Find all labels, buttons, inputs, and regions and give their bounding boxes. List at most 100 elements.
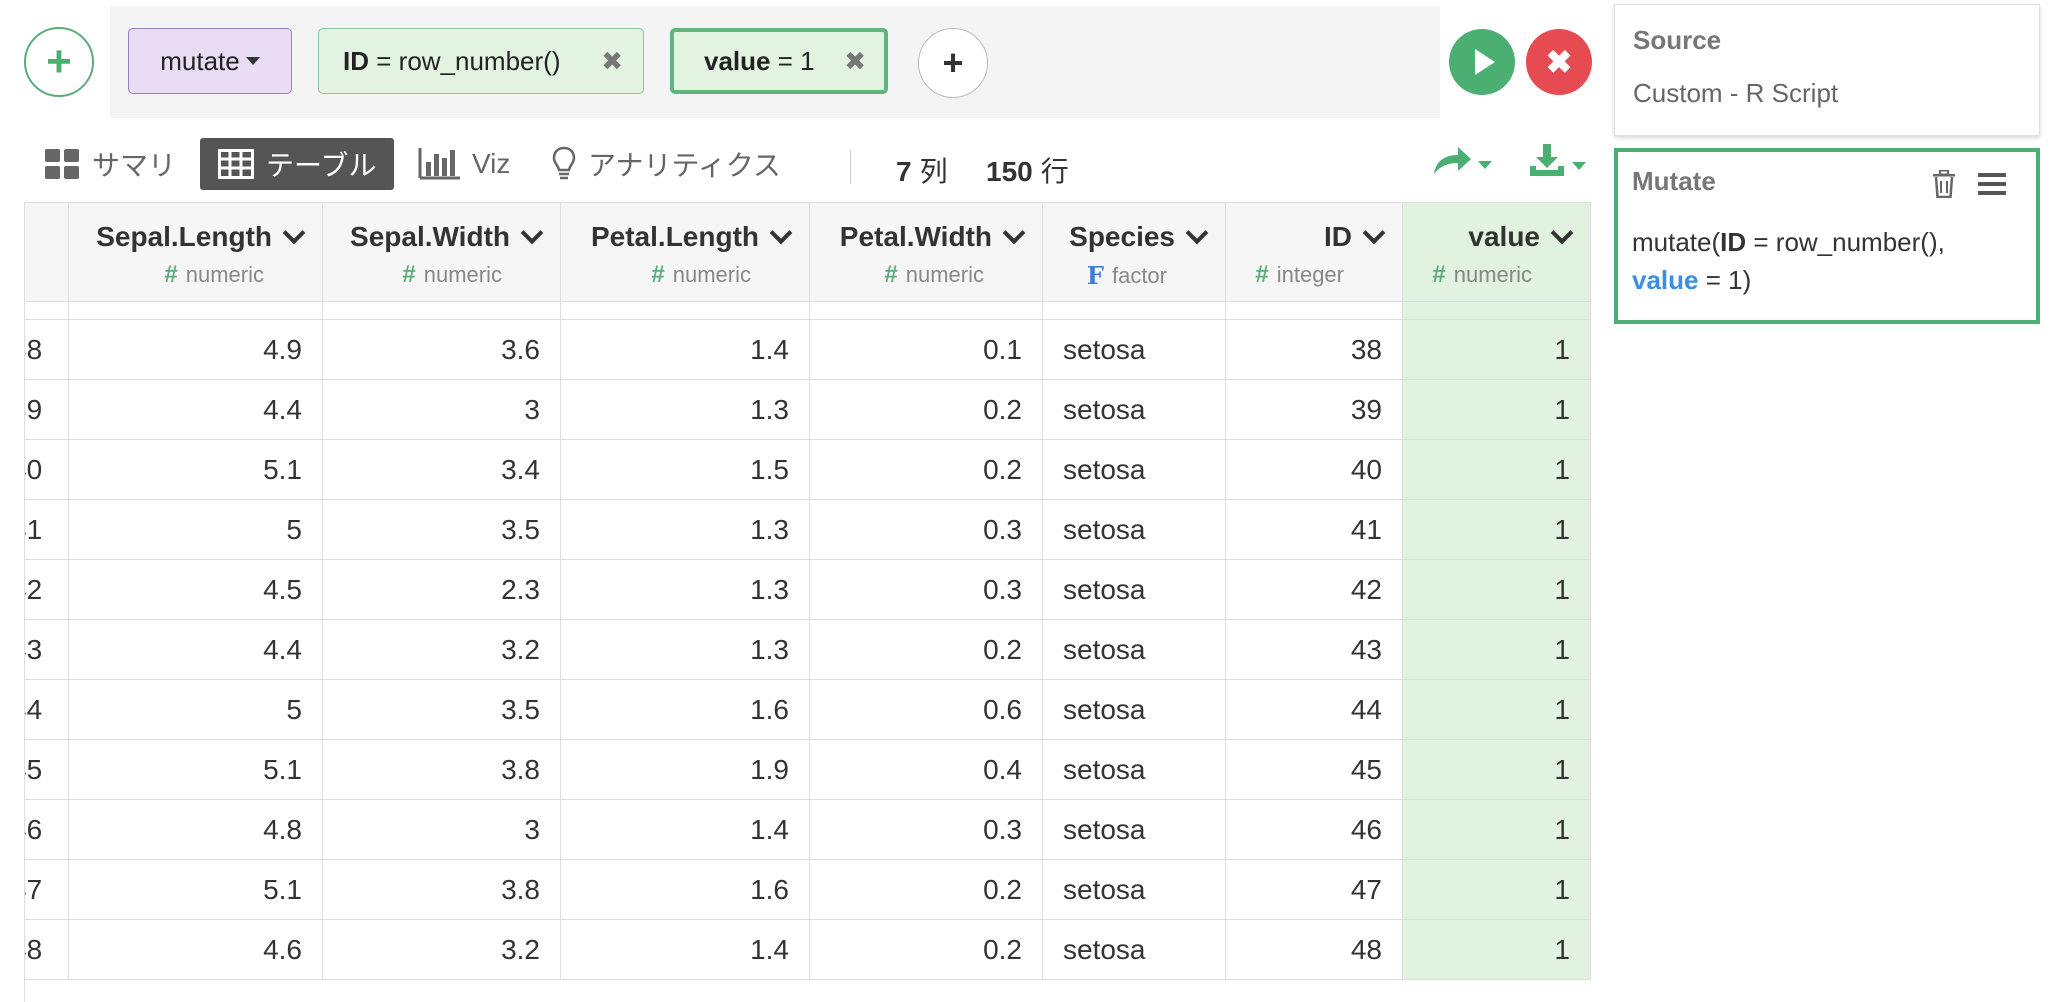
table-icon [218, 149, 254, 179]
tab-label: テーブル [266, 150, 377, 181]
column-type-label: numeric [1453, 262, 1532, 287]
table-row[interactable]: 43 4.4 3.2 1.3 0.2 setosa 43 1 [25, 620, 1591, 680]
trash-icon[interactable] [1932, 169, 1956, 203]
column-name[interactable]: ID [1324, 221, 1386, 253]
column-type-label: numeric [672, 262, 751, 287]
code-text: = 1) [1698, 265, 1752, 295]
cancel-button[interactable]: ✖ [1526, 29, 1592, 95]
row-number-cell: 44 [25, 680, 69, 740]
column-header[interactable]: Petal.Length # numeric [561, 202, 810, 302]
share-dropdown[interactable] [1432, 144, 1492, 185]
source-step-card[interactable]: Source Custom - R Script [1614, 4, 2040, 136]
chevron-down-icon[interactable] [769, 221, 793, 245]
table-cell: 1 [1403, 440, 1591, 500]
column-name[interactable]: Sepal.Width [350, 221, 544, 253]
arg-token-value[interactable]: value = 1 ✖ [670, 28, 888, 94]
table-row[interactable]: 48 4.6 3.2 1.4 0.2 setosa 48 1 [25, 920, 1591, 980]
table-row[interactable]: 42 4.5 2.3 1.3 0.3 setosa 42 1 [25, 560, 1591, 620]
table-cell: 5.1 [69, 860, 323, 920]
column-name[interactable]: Species [1069, 221, 1209, 253]
chevron-down-icon[interactable] [1185, 221, 1209, 245]
cell-value: 4.4 [263, 633, 302, 665]
column-header[interactable]: ID # integer [1226, 202, 1403, 302]
table-cell: 3.8 [323, 740, 561, 800]
table-cell: 47 [1226, 860, 1403, 920]
arg-token-id[interactable]: ID = row_number() ✖ [318, 28, 644, 94]
column-name[interactable]: value [1468, 221, 1574, 253]
table-row[interactable]: 46 4.8 3 1.4 0.3 setosa 46 1 [25, 800, 1591, 860]
cell-value: 5.1 [263, 453, 302, 485]
download-dropdown[interactable] [1528, 144, 1586, 187]
tab-viz[interactable]: Viz [418, 138, 510, 190]
cell-value: 1.4 [750, 813, 789, 845]
tab-table[interactable]: テーブル [200, 138, 395, 190]
chevron-down-icon[interactable] [1002, 221, 1026, 245]
table-cell: 0.2 [810, 920, 1043, 980]
chevron-down-icon[interactable] [1550, 221, 1574, 245]
cell-value: 39 [25, 393, 43, 425]
table-cell: 3 [323, 800, 561, 860]
column-header[interactable]: Sepal.Width # numeric [323, 202, 561, 302]
cell-value: setosa [1063, 813, 1146, 845]
table-cell: setosa [1043, 380, 1226, 440]
cell-value: 1.5 [750, 453, 789, 485]
cell-value: 5 [286, 513, 302, 545]
table-cell: 4.4 [69, 620, 323, 680]
cell-value: setosa [1063, 693, 1146, 725]
tab-analytics[interactable]: アナリティクス [552, 138, 781, 190]
run-button[interactable] [1449, 29, 1515, 95]
column-header[interactable]: Sepal.Length # numeric [69, 202, 323, 302]
column-header[interactable]: value # numeric [1403, 202, 1591, 302]
table-cell: 1.4 [561, 920, 810, 980]
table-cell: 1.6 [561, 680, 810, 740]
arg-eq: = [777, 45, 793, 76]
table-row[interactable]: 41 5 3.5 1.3 0.3 setosa 41 1 [25, 500, 1591, 560]
column-name[interactable]: Petal.Length [591, 221, 793, 253]
cell-value: 1 [1554, 393, 1570, 425]
chevron-down-icon[interactable] [520, 221, 544, 245]
add-step-button[interactable]: + [24, 27, 94, 97]
table-row[interactable]: 45 5.1 3.8 1.9 0.4 setosa 45 1 [25, 740, 1591, 800]
column-name[interactable]: Sepal.Length [96, 221, 306, 253]
tab-label: サマリ [92, 150, 177, 181]
view-tabs-bar: サマリ テーブル Viz アナリティクス 7列 150 行 [0, 130, 1600, 200]
table-row[interactable]: 44 5 3.5 1.6 0.6 setosa 44 1 [25, 680, 1591, 740]
table-cell: 1.3 [561, 560, 810, 620]
command-dropdown[interactable]: mutate [128, 28, 292, 94]
column-header[interactable]: Petal.Width # numeric [810, 202, 1043, 302]
table-cell: 0.3 [810, 800, 1043, 860]
remove-arg-icon[interactable]: ✖ [601, 46, 623, 77]
arg-expr: row_number() [398, 45, 561, 76]
table-row[interactable]: 40 5.1 3.4 1.5 0.2 setosa 40 1 [25, 440, 1591, 500]
cell-value: 0.1 [983, 333, 1022, 365]
cell-value: 3 [524, 813, 540, 845]
table-row[interactable]: 39 4.4 3 1.3 0.2 setosa 39 1 [25, 380, 1591, 440]
chevron-down-icon[interactable] [282, 221, 306, 245]
row-number-cell: 41 [25, 500, 69, 560]
cell-value: 0.2 [983, 933, 1022, 965]
chevron-down-icon[interactable] [1362, 221, 1386, 245]
step-code: mutate(ID = row_number(), value = 1) [1632, 223, 2022, 299]
remove-arg-icon[interactable]: ✖ [844, 46, 866, 77]
cell-value: setosa [1063, 933, 1146, 965]
mutate-step-card[interactable]: Mutate mutate(ID = row_number(), value = … [1614, 148, 2040, 324]
cell-value: 3.6 [501, 333, 540, 365]
table-cell: 1.4 [561, 320, 810, 380]
cell-value: setosa [1063, 393, 1146, 425]
column-type-label: numeric [423, 262, 502, 287]
column-name[interactable]: Petal.Width [840, 221, 1026, 253]
table-row[interactable]: 38 4.9 3.6 1.4 0.1 setosa 38 1 [25, 320, 1591, 380]
table-cell: 0.4 [810, 740, 1043, 800]
table-cell: 1 [1403, 500, 1591, 560]
cell-value: 0.2 [983, 873, 1022, 905]
cell-value: 5 [286, 693, 302, 725]
table-cell: 3.5 [323, 680, 561, 740]
tab-summary[interactable]: サマリ [44, 138, 176, 190]
table-row[interactable]: 47 5.1 3.8 1.6 0.2 setosa 47 1 [25, 860, 1591, 920]
cell-value: setosa [1063, 753, 1146, 785]
column-type: # numeric [164, 261, 264, 289]
table-cell: 39 [1226, 380, 1403, 440]
add-argument-button[interactable]: + [918, 28, 988, 98]
column-header[interactable]: Species Ffactor [1043, 202, 1226, 302]
menu-icon[interactable] [1978, 172, 2006, 201]
